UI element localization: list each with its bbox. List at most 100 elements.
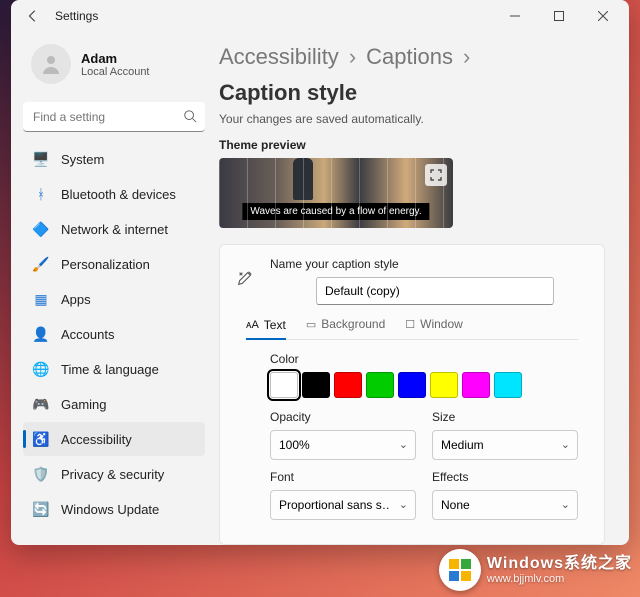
maximize-icon xyxy=(554,11,564,21)
font-label: Font xyxy=(270,470,416,484)
nav-icon: 🌐 xyxy=(33,361,49,377)
user-name: Adam xyxy=(81,51,150,66)
minimize-button[interactable] xyxy=(493,2,537,30)
nav-icon: 🖌️ xyxy=(33,256,49,272)
titlebar: Settings xyxy=(11,0,629,32)
name-input[interactable] xyxy=(316,277,554,305)
watermark-title: Windows系统之家 xyxy=(487,555,632,573)
nav-label: Windows Update xyxy=(61,502,159,517)
opacity-select[interactable]: 100% xyxy=(270,430,416,460)
nav-label: Privacy & security xyxy=(61,467,164,482)
chevron-right-icon: › xyxy=(463,44,470,70)
nav-label: Personalization xyxy=(61,257,150,272)
app-body: Adam Local Account 🖥️ System ᚼ Bluetooth & … xyxy=(11,32,629,545)
nav-icon: 🎮 xyxy=(33,396,49,412)
sidebar-item-bluetooth-devices[interactable]: ᚼ Bluetooth & devices xyxy=(23,177,205,211)
nav-icon: ᚼ xyxy=(33,186,49,202)
color-swatch[interactable] xyxy=(462,372,490,398)
avatar xyxy=(31,44,71,84)
tab-window[interactable]: ☐Window xyxy=(405,317,463,333)
person-icon xyxy=(39,52,63,76)
arrow-left-icon xyxy=(26,9,40,23)
main: Accessibility › Captions › Caption style… xyxy=(211,32,629,545)
font-select[interactable]: Proportional sans s… xyxy=(270,490,416,520)
sidebar: Adam Local Account 🖥️ System ᚼ Bluetooth & … xyxy=(11,32,211,545)
watermark: Windows系统之家 www.bjjmlv.com xyxy=(439,549,632,591)
sidebar-item-system[interactable]: 🖥️ System xyxy=(23,142,205,176)
style-icon xyxy=(236,269,254,292)
close-icon xyxy=(598,11,608,21)
color-swatch[interactable] xyxy=(494,372,522,398)
color-swatch[interactable] xyxy=(334,372,362,398)
sidebar-item-accessibility[interactable]: ♿ Accessibility xyxy=(23,422,205,456)
user-sub: Local Account xyxy=(81,66,150,78)
opacity-label: Opacity xyxy=(270,410,416,424)
style-card: Name your caption style ᴀAText ▭Backgrou… xyxy=(219,244,605,545)
nav-icon: ♿ xyxy=(33,431,49,447)
effects-select[interactable]: None xyxy=(432,490,578,520)
color-swatch[interactable] xyxy=(398,372,426,398)
back-button[interactable] xyxy=(15,2,51,30)
size-select[interactable]: Medium xyxy=(432,430,578,460)
nav-icon: 👤 xyxy=(33,326,49,342)
size-label: Size xyxy=(432,410,578,424)
settings-window: Settings Adam Local Account 🖥️ System ᚼ xyxy=(11,0,629,545)
maximize-button[interactable] xyxy=(537,2,581,30)
window-icon: ☐ xyxy=(405,318,415,331)
search-box xyxy=(23,102,205,132)
save-note: Your changes are saved automatically. xyxy=(219,112,605,126)
color-swatches xyxy=(270,372,578,398)
color-swatch[interactable] xyxy=(270,372,298,398)
sidebar-item-personalization[interactable]: 🖌️ Personalization xyxy=(23,247,205,281)
expand-icon xyxy=(430,169,442,181)
tabs: ᴀAText ▭Background ☐Window xyxy=(246,317,578,340)
watermark-logo xyxy=(439,549,481,591)
color-swatch[interactable] xyxy=(302,372,330,398)
expand-button[interactable] xyxy=(425,164,447,186)
watermark-url: www.bjjmlv.com xyxy=(487,573,632,585)
color-swatch[interactable] xyxy=(430,372,458,398)
sidebar-item-network-internet[interactable]: 🔷 Network & internet xyxy=(23,212,205,246)
tab-background[interactable]: ▭Background xyxy=(306,317,385,333)
text-icon: ᴀA xyxy=(246,319,259,331)
sidebar-item-privacy-security[interactable]: 🛡️ Privacy & security xyxy=(23,457,205,491)
background-icon: ▭ xyxy=(306,318,316,331)
window-controls xyxy=(493,2,625,30)
user-block[interactable]: Adam Local Account xyxy=(23,32,205,102)
search-icon xyxy=(183,109,197,128)
nav-label: Network & internet xyxy=(61,222,168,237)
close-button[interactable] xyxy=(581,2,625,30)
nav-label: Apps xyxy=(61,292,91,307)
color-label: Color xyxy=(270,352,578,366)
nav-label: System xyxy=(61,152,104,167)
window-title: Settings xyxy=(55,9,493,23)
crumb-captions[interactable]: Captions xyxy=(366,44,453,70)
nav-icon: 🔄 xyxy=(33,501,49,517)
theme-preview: Waves are caused by a flow of energy. xyxy=(219,158,453,228)
nav-label: Accessibility xyxy=(61,432,132,447)
nav-label: Bluetooth & devices xyxy=(61,187,176,202)
minimize-icon xyxy=(510,11,520,21)
crumb-accessibility[interactable]: Accessibility xyxy=(219,44,339,70)
chevron-right-icon: › xyxy=(349,44,356,70)
nav-icon: ▦ xyxy=(33,291,49,307)
crumb-current: Caption style xyxy=(219,80,357,106)
sidebar-item-time-language[interactable]: 🌐Time & language xyxy=(23,352,205,386)
name-label: Name your caption style xyxy=(270,257,578,271)
preview-figure xyxy=(293,158,313,200)
sidebar-item-accounts[interactable]: 👤 Accounts xyxy=(23,317,205,351)
nav-icon: 🔷 xyxy=(33,221,49,237)
search-input[interactable] xyxy=(23,102,205,132)
caption-sample: Waves are caused by a flow of energy. xyxy=(242,203,429,220)
nav-icon: 🛡️ xyxy=(33,466,49,482)
nav-label: Accounts xyxy=(61,327,114,342)
sidebar-item-windows-update[interactable]: 🔄 Windows Update xyxy=(23,492,205,526)
nav: 🖥️ System ᚼ Bluetooth & devices 🔷 Network & i… xyxy=(23,142,205,526)
nav-label: Gaming xyxy=(61,397,107,412)
sidebar-item-apps[interactable]: ▦ Apps xyxy=(23,282,205,316)
color-swatch[interactable] xyxy=(366,372,394,398)
nav-icon: 🖥️ xyxy=(33,151,49,167)
tab-text[interactable]: ᴀAText xyxy=(246,317,286,340)
sidebar-item-gaming[interactable]: 🎮 Gaming xyxy=(23,387,205,421)
preview-label: Theme preview xyxy=(219,138,605,152)
